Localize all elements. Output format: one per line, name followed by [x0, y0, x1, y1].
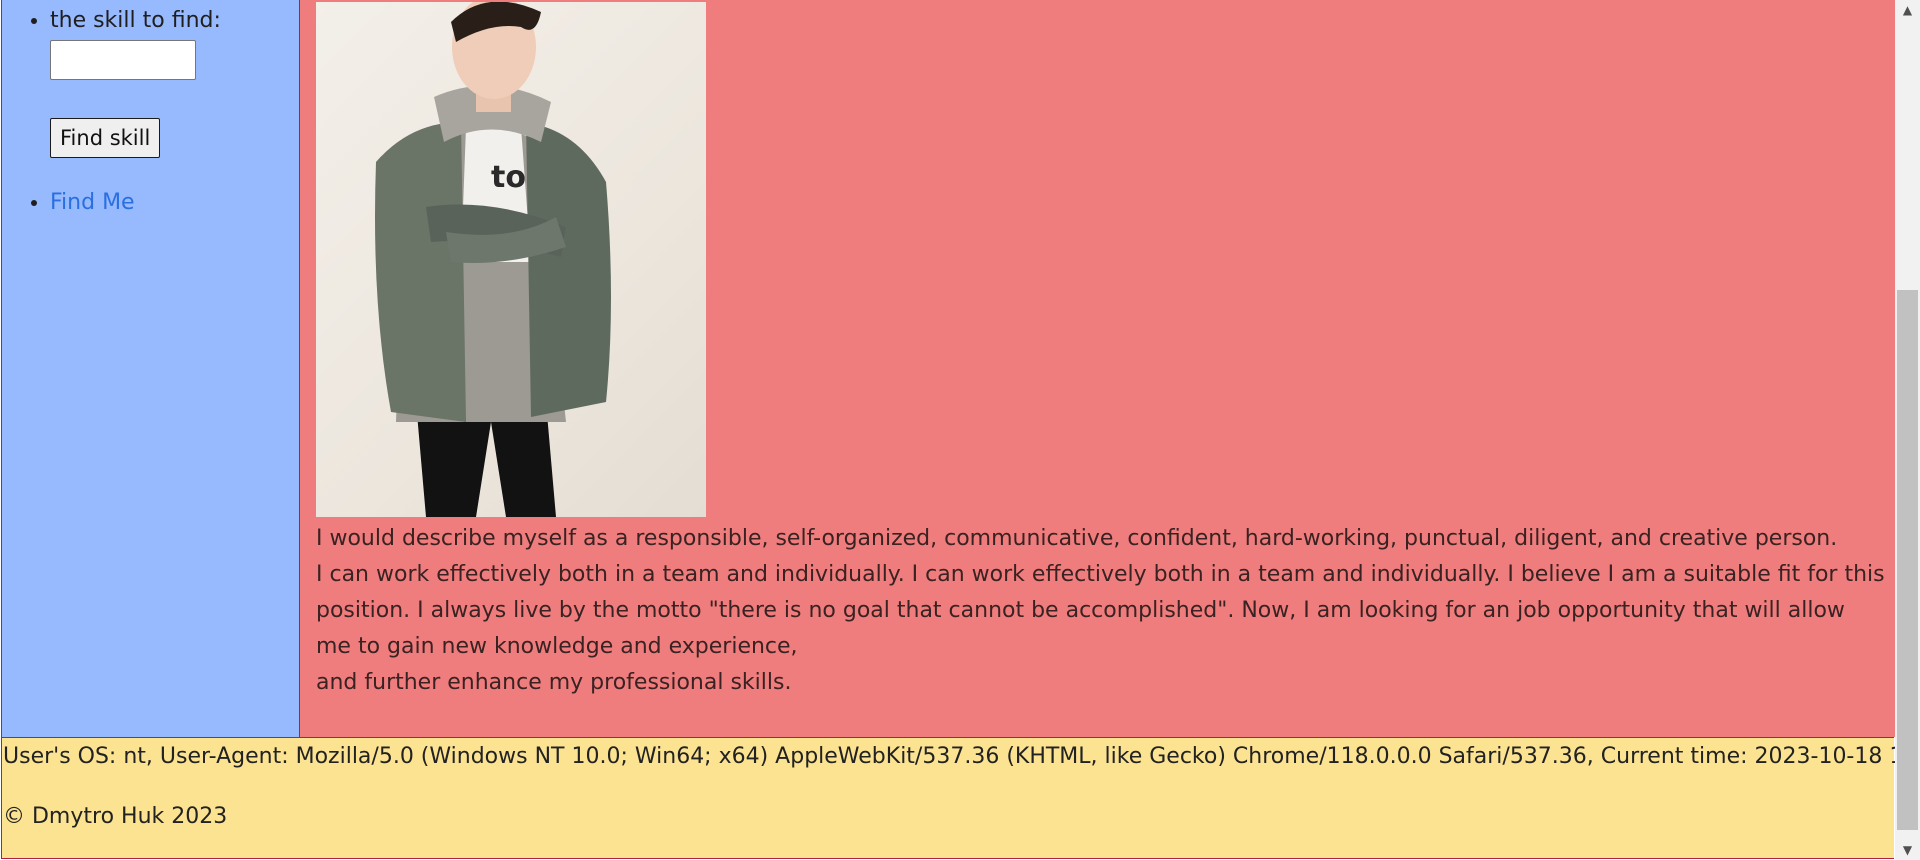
scroll-down-arrow-icon[interactable]: ▼: [1895, 840, 1920, 860]
footer: User's OS: nt, User-Agent: Mozilla/5.0 (…: [1, 737, 1920, 859]
find-skill-button[interactable]: Find skill: [50, 118, 161, 158]
portrait-photo: to: [316, 2, 706, 517]
find-me-item: Find Me: [50, 188, 299, 218]
copyright-text: © Dmytro Huk 2023: [3, 804, 228, 829]
sidebar: the skill to find: Find skill Find Me: [1, 0, 299, 737]
sidebar-list: the skill to find: Find skill Find Me: [2, 0, 299, 218]
about-line-3: and further enhance my professional skil…: [316, 670, 792, 695]
skill-search-item: the skill to find: Find skill: [50, 0, 299, 158]
find-me-link[interactable]: Find Me: [50, 190, 135, 215]
page: the skill to find: Find skill Find Me to: [0, 0, 1920, 860]
skill-search-label: the skill to find:: [50, 8, 221, 33]
svg-text:to: to: [491, 160, 526, 195]
vertical-scrollbar[interactable]: ▲ ▼: [1895, 0, 1920, 860]
main-content: to I would describe myself as a responsi…: [299, 0, 1895, 737]
about-text: I would describe myself as a responsible…: [316, 521, 1886, 701]
skill-search-input[interactable]: [50, 40, 196, 80]
about-line-1: I would describe myself as a responsible…: [316, 526, 1838, 551]
scroll-up-arrow-icon[interactable]: ▲: [1895, 0, 1920, 20]
user-agent-info: User's OS: nt, User-Agent: Mozilla/5.0 (…: [3, 744, 1920, 769]
portrait-illustration: to: [375, 2, 611, 517]
scrollbar-thumb[interactable]: [1897, 290, 1918, 830]
about-line-2: I can work effectively both in a team an…: [316, 562, 1885, 659]
